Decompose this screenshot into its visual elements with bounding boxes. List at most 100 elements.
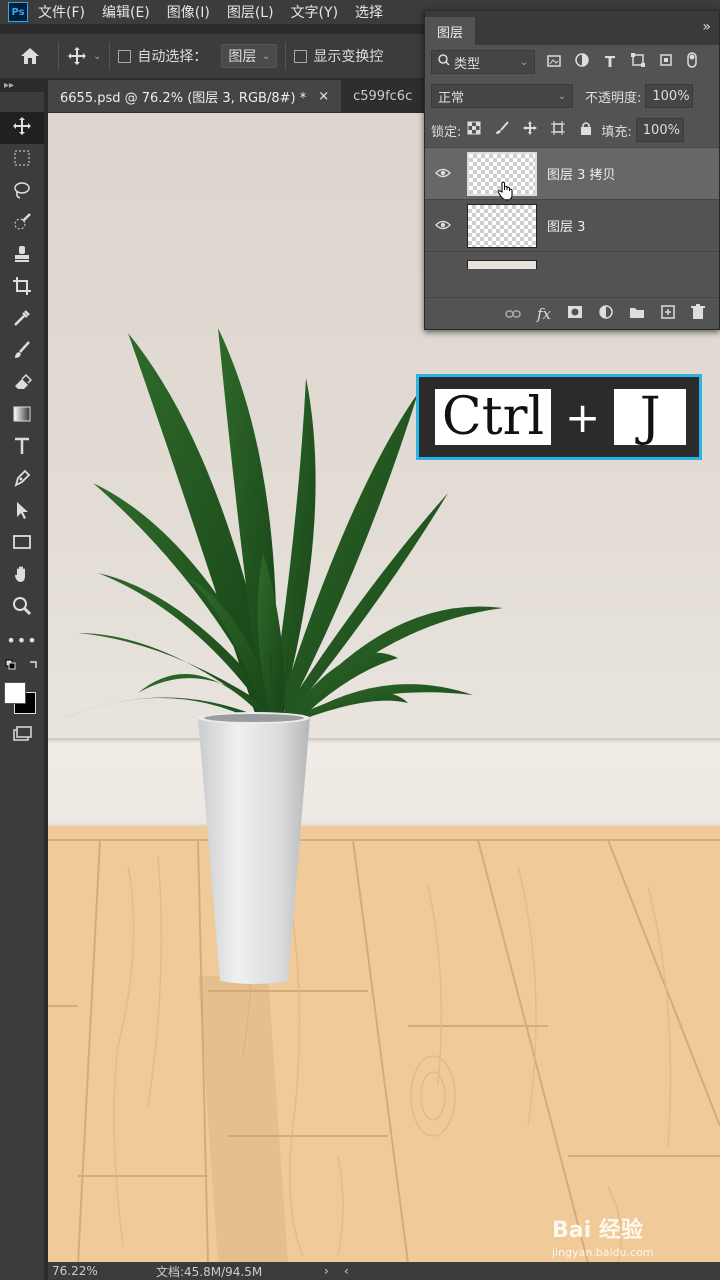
layer-row[interactable]: 图层 3 [425, 199, 719, 251]
adjustment-layer-icon[interactable] [599, 304, 613, 323]
eyedropper-tool[interactable] [0, 304, 44, 336]
filter-type-value: 类型 [454, 56, 481, 72]
crop-icon [12, 276, 32, 300]
pixel-filter-icon[interactable] [545, 53, 563, 71]
layer-name[interactable]: 图层 3 [547, 216, 585, 235]
opacity-value: 100% [652, 88, 690, 104]
auto-select-target-value: 图层 [228, 49, 257, 65]
photoshop-logo: Ps [8, 2, 28, 22]
brush-icon [12, 340, 32, 364]
status-menu-arrow[interactable]: › [324, 1264, 329, 1278]
menu-layer[interactable]: 图层(L) [227, 2, 274, 22]
auto-select-label: 自动选择： [137, 49, 208, 65]
fx-icon[interactable]: fx [537, 305, 551, 323]
adjustment-filter-icon[interactable] [573, 53, 591, 71]
shape-filter-icon[interactable] [629, 53, 647, 71]
tab-label: c599fc6c [353, 88, 413, 104]
key-ctrl: Ctrl [435, 389, 551, 445]
zoom-tool[interactable] [0, 592, 44, 624]
crop-tool[interactable] [0, 272, 44, 304]
filter-type-dropdown[interactable]: 类型 ⌄ [431, 50, 535, 74]
menu-edit[interactable]: 编辑(E) [102, 2, 150, 22]
fill-value: 100% [642, 122, 680, 138]
path-select-icon [12, 500, 32, 524]
pen-icon [12, 468, 32, 492]
menu-type[interactable]: 文字(Y) [291, 2, 338, 22]
layer-thumbnail [467, 260, 537, 269]
lock-position-icon[interactable] [521, 121, 539, 139]
eye-icon[interactable] [425, 166, 461, 182]
move-tool-icon[interactable] [67, 46, 87, 66]
quick-select-tool[interactable] [0, 208, 44, 240]
screen-mode-icon [12, 724, 32, 748]
folder-icon[interactable] [629, 305, 645, 323]
layers-tab[interactable]: 图层 [425, 17, 476, 45]
panel-menu-icon[interactable]: » [702, 19, 711, 35]
gradient-tool[interactable] [0, 400, 44, 432]
home-icon[interactable] [10, 46, 50, 66]
foreground-color-swatch[interactable] [4, 682, 26, 704]
lock-artboard-icon[interactable] [549, 121, 567, 139]
auto-select-target-dropdown[interactable]: 图层 ⌄ [221, 44, 278, 68]
blend-mode-dropdown[interactable]: 正常 ⌄ [431, 84, 573, 108]
auto-select-checkbox[interactable] [118, 49, 132, 63]
zoom-icon [12, 596, 32, 620]
lock-pixels-icon[interactable] [493, 121, 511, 139]
filter-toggle-icon[interactable] [683, 52, 701, 72]
fill-field[interactable]: 100% [635, 118, 684, 142]
scroll-left-arrow[interactable]: ‹ [344, 1264, 349, 1278]
path-select-tool[interactable] [0, 496, 44, 528]
filter-row: 类型 ⌄ T [425, 45, 719, 79]
marquee-tool[interactable] [0, 144, 44, 176]
zoom-level[interactable]: 76.22% [52, 1264, 98, 1278]
move-tool[interactable] [0, 112, 44, 144]
shape-tool[interactable] [0, 528, 44, 560]
document-size: 文档:45.8M/94.5M [156, 1264, 263, 1279]
blend-mode-value: 正常 [438, 90, 465, 106]
hand-tool[interactable] [0, 560, 44, 592]
lock-transparent-icon[interactable] [465, 121, 483, 139]
lasso-tool[interactable] [0, 176, 44, 208]
layer-row-partial[interactable] [425, 251, 719, 269]
pen-tool[interactable] [0, 464, 44, 496]
smart-object-filter-icon[interactable] [657, 53, 675, 71]
lock-all-icon[interactable] [577, 121, 595, 139]
layer-row[interactable]: 图层 3 拷贝 [425, 147, 719, 201]
tab-c599fc6c[interactable]: c599fc6c [341, 80, 424, 112]
layer-name[interactable]: 图层 3 拷贝 [547, 164, 616, 183]
type-tool[interactable] [0, 432, 44, 464]
color-swatches[interactable] [0, 678, 44, 720]
blend-row: 正常 ⌄ 不透明度: 100% [425, 79, 719, 113]
link-layers-icon[interactable] [505, 305, 521, 323]
layers-panel: 图层 » 类型 ⌄ T 正常 ⌄ 不透明度: 100% 锁定: 填充: 100%… [424, 10, 720, 330]
eye-icon[interactable] [425, 218, 461, 234]
menu-image[interactable]: 图像(I) [167, 2, 210, 22]
ellipsis-icon: ••• [6, 630, 38, 650]
swap-colors[interactable] [0, 656, 44, 678]
tools-panel: ••• [0, 92, 44, 1280]
tab-6655-psd[interactable]: 6655.psd @ 76.2% (图层 3, RGB/8#) * × [48, 80, 342, 112]
chevron-down-icon: ⌄ [519, 56, 528, 68]
menu-select[interactable]: 选择 [355, 2, 383, 22]
brush-tool[interactable] [0, 336, 44, 368]
eraser-tool[interactable] [0, 368, 44, 400]
layer-thumbnail [467, 151, 537, 201]
trash-icon[interactable] [691, 303, 705, 324]
more-tools[interactable]: ••• [0, 624, 44, 656]
add-mask-icon[interactable] [567, 305, 583, 323]
chevron-down-icon[interactable]: ⌄ [93, 51, 101, 62]
close-icon[interactable]: × [318, 89, 329, 104]
show-transform-checkbox[interactable] [294, 49, 308, 63]
stamp-tool[interactable] [0, 240, 44, 272]
screen-mode[interactable] [0, 720, 44, 752]
type-filter-icon[interactable]: T [601, 53, 619, 71]
rectangle-icon [12, 532, 32, 556]
panel-footer: fx [425, 297, 719, 329]
fill-label: 填充: [601, 124, 632, 140]
panel-header: 图层 » [425, 11, 719, 45]
collapse-toolbar-icon[interactable]: ▸▸ [4, 80, 14, 91]
show-transform-label: 显示变换控 [313, 49, 384, 65]
new-layer-icon[interactable] [661, 304, 675, 323]
menu-file[interactable]: 文件(F) [38, 2, 85, 22]
opacity-field[interactable]: 100% [645, 84, 694, 108]
